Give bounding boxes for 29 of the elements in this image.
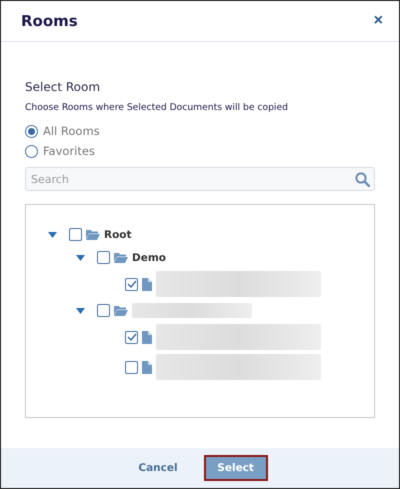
radio-label[interactable]: All Rooms (43, 124, 100, 138)
checkbox[interactable] (125, 360, 138, 374)
checkbox[interactable] (125, 330, 138, 344)
search-icon[interactable] (355, 172, 370, 187)
radio-label[interactable]: Favorites (43, 144, 95, 158)
document-icon (142, 330, 152, 344)
section-title: Select Room (25, 80, 102, 94)
document-icon (142, 278, 152, 290)
checkbox[interactable] (69, 228, 82, 241)
tree-item-label[interactable]: Demo (132, 252, 166, 264)
tree-item-label[interactable]: Root (104, 228, 132, 240)
description-text: Choose Rooms where Selected Documents will be copied (25, 102, 289, 113)
caret-icon[interactable] (76, 254, 85, 260)
folder-icon (114, 305, 128, 316)
search-field[interactable]: Search (25, 167, 375, 191)
caret-icon[interactable] (76, 308, 85, 314)
folder-icon (114, 252, 128, 263)
folder-icon (86, 229, 100, 240)
checkbox[interactable] (97, 251, 110, 264)
select-button[interactable]: Select (204, 455, 268, 481)
radio-button[interactable] (25, 144, 38, 158)
checkbox[interactable] (125, 278, 138, 290)
document-icon (142, 360, 152, 374)
radio-button[interactable] (25, 124, 38, 138)
caret-icon[interactable] (48, 232, 57, 238)
dialog-title: Rooms (21, 12, 78, 30)
close-button[interactable]: × (372, 13, 385, 29)
cancel-button[interactable]: Cancel (132, 461, 184, 475)
checkbox[interactable] (97, 304, 110, 317)
